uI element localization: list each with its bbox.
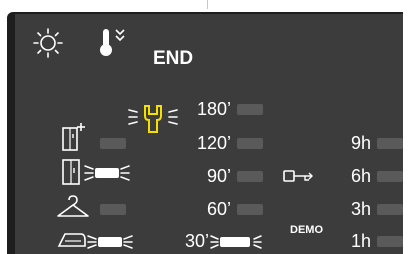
sun-icon[interactable] <box>33 28 63 58</box>
timer-label-90: 90’ <box>206 166 231 186</box>
iron-icon[interactable] <box>55 226 135 252</box>
delay-bar-6h[interactable] <box>377 171 403 182</box>
wrench-service-icon[interactable] <box>127 102 179 136</box>
timer-bar-60[interactable] <box>237 204 263 215</box>
fridge-add-icon[interactable] <box>61 122 87 152</box>
delay-bar-9h[interactable] <box>377 138 403 149</box>
fridge-add-indicator <box>100 138 126 149</box>
timer-label-180: 180’ <box>196 99 231 119</box>
delay-label-6h: 6h <box>350 166 371 186</box>
timer-bar-30-active[interactable] <box>209 228 269 254</box>
control-panel-display: END 180’ 120’ 90’ 60’ 30’ DEMO 9h 6h 3h … <box>7 12 416 254</box>
delay-bar-1h[interactable] <box>377 236 403 247</box>
top-strip <box>0 0 416 12</box>
timer-bar-180[interactable] <box>237 104 263 115</box>
delay-label-9h: 9h <box>350 133 371 153</box>
timer-label-60: 60’ <box>206 199 231 219</box>
fridge-icon[interactable] <box>61 156 131 186</box>
timer-label-120: 120’ <box>196 133 231 153</box>
thermometer-snowflake-icon[interactable] <box>97 26 133 58</box>
delay-label-3h: 3h <box>350 199 371 219</box>
delay-label-1h: 1h <box>350 231 371 251</box>
timer-bar-120[interactable] <box>237 138 263 149</box>
timer-label-30: 30’ <box>184 231 209 251</box>
delay-bar-3h[interactable] <box>377 204 403 215</box>
end-label: END <box>153 48 194 69</box>
timer-bar-90[interactable] <box>237 171 263 182</box>
demo-label: DEMO <box>290 224 323 236</box>
hanger-icon[interactable] <box>55 194 91 222</box>
key-icon[interactable] <box>283 168 315 186</box>
hanger-indicator <box>100 204 126 215</box>
right-edge <box>403 12 416 254</box>
top-tick <box>207 0 208 9</box>
